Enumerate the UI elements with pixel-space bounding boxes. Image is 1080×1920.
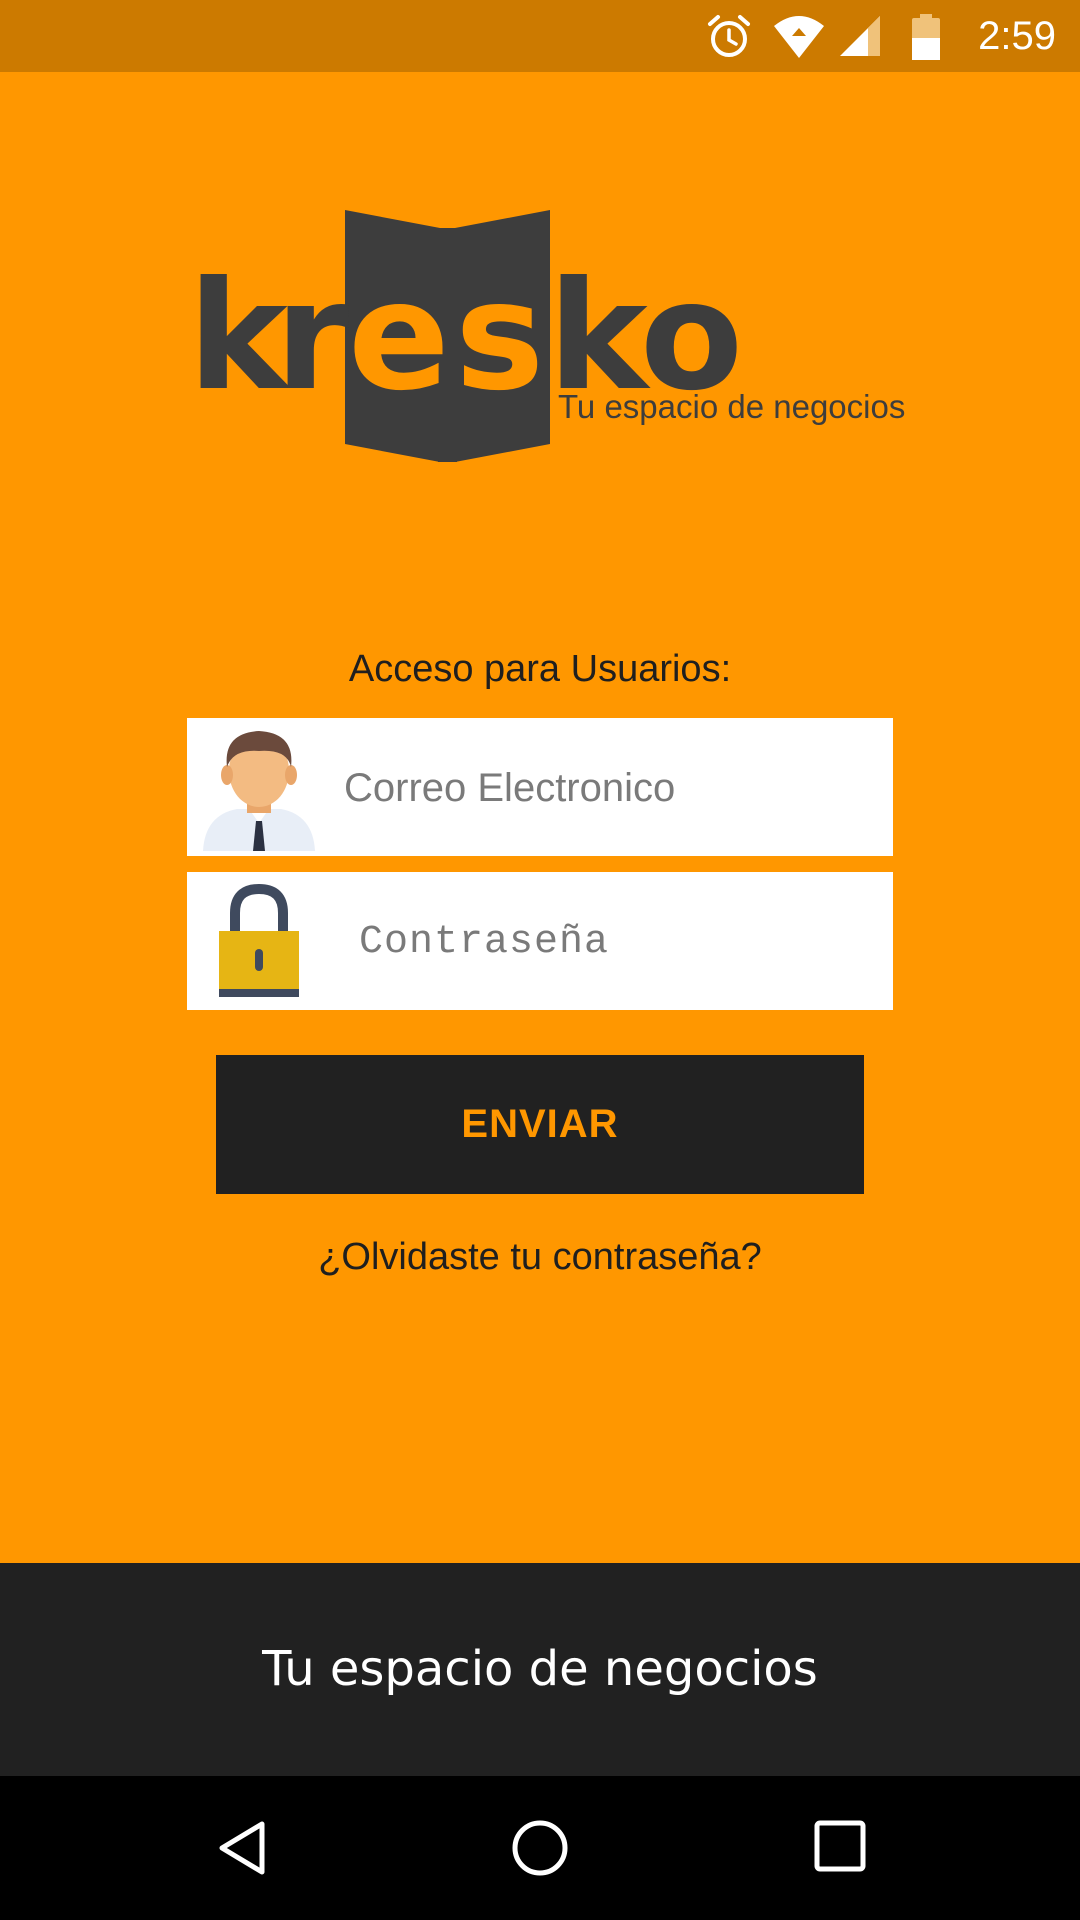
recents-icon[interactable] <box>812 1818 868 1874</box>
email-input[interactable] <box>342 718 886 858</box>
battery-icon <box>912 14 940 60</box>
forgot-password-link[interactable]: ¿Olvidaste tu contraseña? <box>0 1236 1080 1279</box>
send-button[interactable]: ENVIAR <box>216 1055 864 1194</box>
kresko-logo: k r e s k o Tu espacio de negocios <box>188 210 905 462</box>
cell-signal-icon <box>840 16 880 56</box>
logo-letter-e: e <box>348 250 450 424</box>
wifi-icon <box>774 16 824 58</box>
footer-banner: Tu espacio de negocios <box>0 1563 1080 1776</box>
password-input[interactable] <box>357 872 901 1012</box>
password-field[interactable] <box>187 872 901 1012</box>
status-time: 2:59 <box>978 14 1056 58</box>
home-icon[interactable] <box>510 1818 570 1878</box>
email-field[interactable] <box>187 718 893 858</box>
footer-text: Tu espacio de negocios <box>262 1641 818 1697</box>
status-bar: 2:59 <box>0 0 1080 72</box>
lock-icon <box>219 883 299 997</box>
navigation-bar <box>0 1776 1080 1920</box>
logo-tagline: Tu espacio de negocios <box>558 388 905 425</box>
logo-letter-r: r <box>275 250 349 424</box>
logo-letter-s: s <box>455 250 544 424</box>
access-label: Acceso para Usuarios: <box>348 648 732 690</box>
back-icon[interactable] <box>212 1818 272 1878</box>
alarm-icon <box>708 15 750 57</box>
user-avatar-icon <box>203 731 315 851</box>
login-screen: 2:59 k r e s k o Tu espacio de negocios … <box>0 0 1080 1920</box>
